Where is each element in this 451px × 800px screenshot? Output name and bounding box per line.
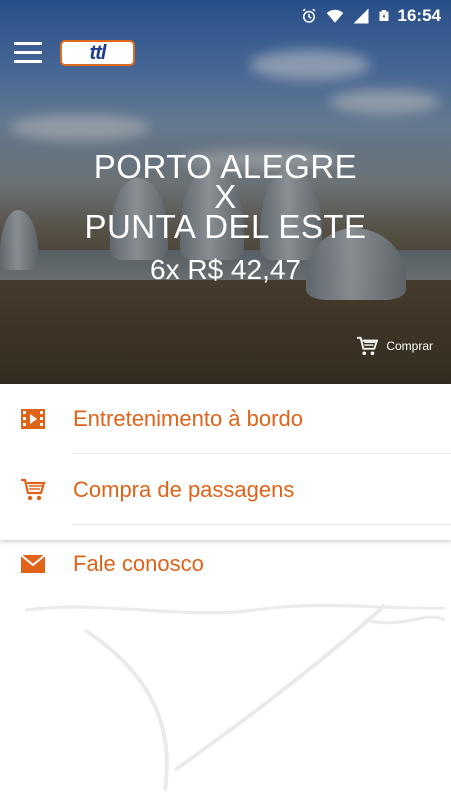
- alarm-icon: [302, 8, 315, 23]
- status-bar: 16:54: [0, 0, 451, 32]
- wifi-icon: [326, 9, 343, 23]
- app-logo: ttl: [60, 40, 135, 66]
- buy-label: Comprar: [386, 339, 433, 353]
- route-title: PORTO ALEGRE X PUNTA DEL ESTE: [0, 150, 451, 245]
- menu-item-tickets[interactable]: Compra de passagens: [0, 454, 451, 525]
- watermark-bird-graphic: [25, 603, 445, 791]
- status-time: 16:54: [397, 6, 441, 25]
- buy-button[interactable]: Comprar: [356, 336, 433, 356]
- app-bar: ttl: [0, 32, 451, 74]
- menu-item-label: Fale conosco: [73, 551, 204, 576]
- route-price: 6x R$ 42,47: [150, 254, 301, 285]
- battery-icon: [379, 10, 389, 21]
- envelope-icon: [19, 550, 47, 578]
- film-icon: [19, 405, 47, 433]
- menu-item-entertainment[interactable]: Entretenimento à bordo: [0, 384, 451, 454]
- shopping-cart-icon: [19, 476, 47, 504]
- route-destination: PUNTA DEL ESTE: [84, 208, 367, 245]
- hamburger-menu-icon[interactable]: [14, 42, 44, 64]
- shopping-cart-icon: [357, 336, 379, 356]
- menu-item-contact[interactable]: Fale conosco: [0, 525, 451, 603]
- menu-item-label: Entretenimento à bordo: [73, 406, 303, 431]
- menu-item-label: Compra de passagens: [73, 476, 295, 502]
- menu-list: Entretenimento à bordo Compra de passage…: [0, 384, 451, 603]
- signal-icon: [353, 8, 369, 24]
